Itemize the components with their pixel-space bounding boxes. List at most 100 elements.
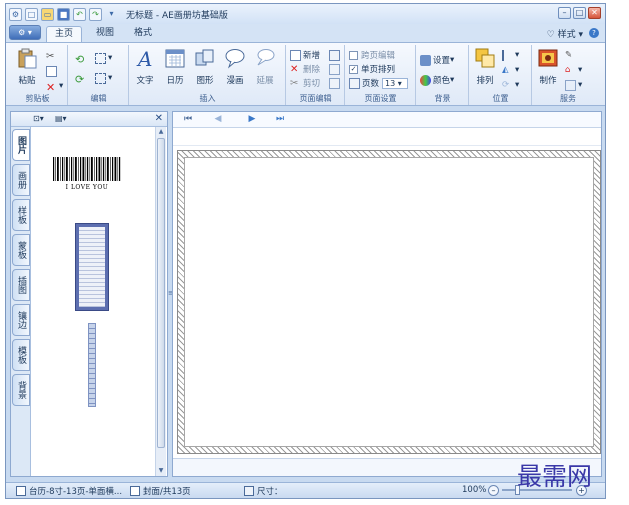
app-icon[interactable]: ⚙ — [9, 7, 22, 21]
scroll-thumb[interactable] — [157, 138, 165, 448]
first-page-button[interactable]: ⏮ — [181, 113, 195, 126]
make-icon — [538, 49, 558, 67]
watermark-logo: 最需网 — [517, 462, 592, 491]
cross-page-label: 跨页编辑 — [361, 51, 396, 61]
copy-page-button[interactable] — [329, 48, 342, 62]
panel-scrollbar[interactable]: ▲ ▼ — [155, 127, 166, 476]
home-button[interactable]: ⌂ ▾ — [565, 63, 582, 77]
next-page-button[interactable]: ▶ — [245, 113, 259, 126]
close-icon[interactable]: ✕ — [155, 113, 163, 124]
vtab-pictures[interactable]: 图片 — [12, 129, 30, 161]
copy-page-icon — [329, 49, 340, 61]
paste-label: 粘贴 — [18, 76, 36, 86]
copy-button[interactable] — [46, 64, 59, 78]
rotate-right-button[interactable]: ⟳ — [75, 71, 88, 86]
strip-thumbnail[interactable] — [88, 323, 96, 407]
speech-bubble-icon — [225, 49, 245, 69]
vtab-clipart[interactable]: 插图 — [12, 269, 30, 301]
page-count-input[interactable]: 13 ▾ — [382, 77, 409, 89]
new-icon[interactable]: □ — [25, 7, 38, 21]
open-icon[interactable]: ▭ — [41, 7, 54, 21]
vtab-borders[interactable]: 镶边 — [12, 304, 30, 336]
more-service-button[interactable]: ▾ — [565, 78, 582, 92]
insert-extend-button[interactable]: 延展 — [252, 47, 278, 86]
group-label-position: 位置 — [492, 94, 509, 103]
sort-button[interactable]: ▤▾ — [55, 114, 67, 123]
page-canvas[interactable] — [177, 150, 601, 454]
save-icon[interactable]: ■ — [57, 7, 70, 21]
vtab-albums[interactable]: 画册 — [12, 164, 30, 196]
insert-calendar-button[interactable]: 日历 — [162, 47, 188, 86]
rotate-left-button[interactable]: ⟲ — [75, 51, 88, 66]
barcode-thumbnail[interactable]: I LOVE YOU — [52, 157, 122, 191]
maximize-button[interactable]: □ — [573, 7, 586, 19]
vtab-templates[interactable]: 模板 — [12, 339, 30, 371]
style-menu[interactable]: ♡ 样式 ▾ — [547, 27, 583, 40]
help-icon[interactable]: ? — [589, 28, 599, 38]
last-page-button[interactable]: ⏭ — [273, 113, 287, 126]
view-mode-button[interactable]: ⊡▾ — [33, 114, 44, 123]
tools-button[interactable]: ✎ — [565, 48, 578, 62]
zoom-out-button[interactable]: – — [488, 485, 499, 496]
move-page-button[interactable] — [329, 62, 342, 76]
cut-page-button[interactable]: ✂ 剪切 — [290, 76, 320, 90]
scroll-up-arrow[interactable]: ▲ — [156, 127, 166, 137]
tab-home[interactable]: 主页 — [46, 26, 83, 42]
window-controls: – □ ✕ — [558, 7, 601, 19]
page-navigator: ⏮ ◀ ▶ ⏭ — [173, 112, 601, 128]
undo-icon[interactable]: ↶ — [73, 7, 86, 21]
group-position: 排列 ▾ ◭ ▾ ⟳ ▾ 位置 — [470, 45, 532, 105]
align-button[interactable]: ▾ — [95, 51, 112, 65]
arrange-button[interactable]: 排列 — [472, 47, 498, 86]
insert-shape-button[interactable]: 图形 — [192, 47, 218, 86]
watermark-text: 最需网 — [517, 462, 592, 491]
redo-icon[interactable]: ↷ — [89, 7, 102, 21]
rotate-right-icon: ⟳ — [75, 72, 85, 86]
make-button[interactable]: 制作 — [535, 47, 561, 86]
page-count-control[interactable]: 页数 13 ▾ — [349, 76, 409, 90]
flip-button[interactable]: ◭ ▾ — [502, 63, 519, 77]
chevron-down-icon: ▾ — [108, 53, 113, 63]
distribute-icon — [95, 72, 106, 84]
group-label-edit: 编辑 — [90, 94, 107, 103]
vtab-samples[interactable]: 样板 — [12, 199, 30, 231]
new-page-button[interactable]: 新增 — [290, 48, 320, 62]
document-thumbnail[interactable] — [75, 223, 109, 311]
scroll-down-arrow[interactable]: ▼ — [156, 466, 166, 476]
minimize-button[interactable]: – — [558, 7, 571, 19]
cut-small-button[interactable]: ✂ — [46, 49, 59, 63]
group-label-insert: 插入 — [199, 94, 216, 103]
prev-page-button[interactable]: ◀ — [211, 113, 225, 126]
align-icon — [95, 52, 106, 64]
make-label: 制作 — [539, 76, 557, 86]
single-page-checkbox[interactable]: ✓ 单页排列 — [349, 62, 395, 76]
pages-icon — [349, 77, 360, 89]
cross-page-checkbox[interactable]: 跨页编辑 — [349, 48, 395, 62]
delete-page-button[interactable]: ✕ 删除 — [290, 62, 320, 76]
tab-view[interactable]: 视图 — [88, 26, 122, 42]
distribute-button[interactable]: ▾ — [95, 71, 112, 85]
insert-comic-button[interactable]: 漫画 — [222, 47, 248, 86]
close-button[interactable]: ✕ — [588, 7, 601, 19]
background-color-button[interactable]: 颜色 ▾ — [420, 73, 454, 87]
rotate-button[interactable]: ⟳ ▾ — [502, 78, 519, 92]
background-settings-button[interactable]: 设置 ▾ — [420, 53, 454, 67]
ribbon-tabs: ⚙ ▾ 主页 视图 格式 ♡ 样式 ▾ ? — [6, 24, 605, 42]
ruler-area — [173, 128, 601, 146]
tab-format[interactable]: 格式 — [126, 26, 160, 42]
align-left-button[interactable]: ▾ — [502, 48, 519, 62]
vtab-masks[interactable]: 蒙板 — [12, 234, 30, 266]
title-bar: ⚙ □ ▭ ■ ↶ ↷ ▾ 无标题 - AE画册坊基础版 – □ ✕ — [6, 4, 605, 24]
delete-icon: ✕ — [290, 63, 299, 75]
app-menu-button[interactable]: ⚙ ▾ — [9, 25, 41, 40]
dropdown-icon[interactable]: ▾ — [105, 8, 118, 21]
delete-small-button[interactable]: ✕ ▾ — [46, 79, 63, 94]
page-area[interactable] — [184, 157, 594, 447]
page-layout-button[interactable] — [329, 76, 342, 90]
vtab-backgrounds[interactable]: 背景 — [12, 374, 30, 406]
ruler-icon — [244, 486, 254, 496]
status-page-text: 封面/共13页 — [143, 487, 191, 497]
insert-text-button[interactable]: A 文字 — [132, 47, 158, 86]
paste-button[interactable]: 粘贴 — [14, 47, 40, 86]
arrange-icon — [475, 48, 495, 68]
